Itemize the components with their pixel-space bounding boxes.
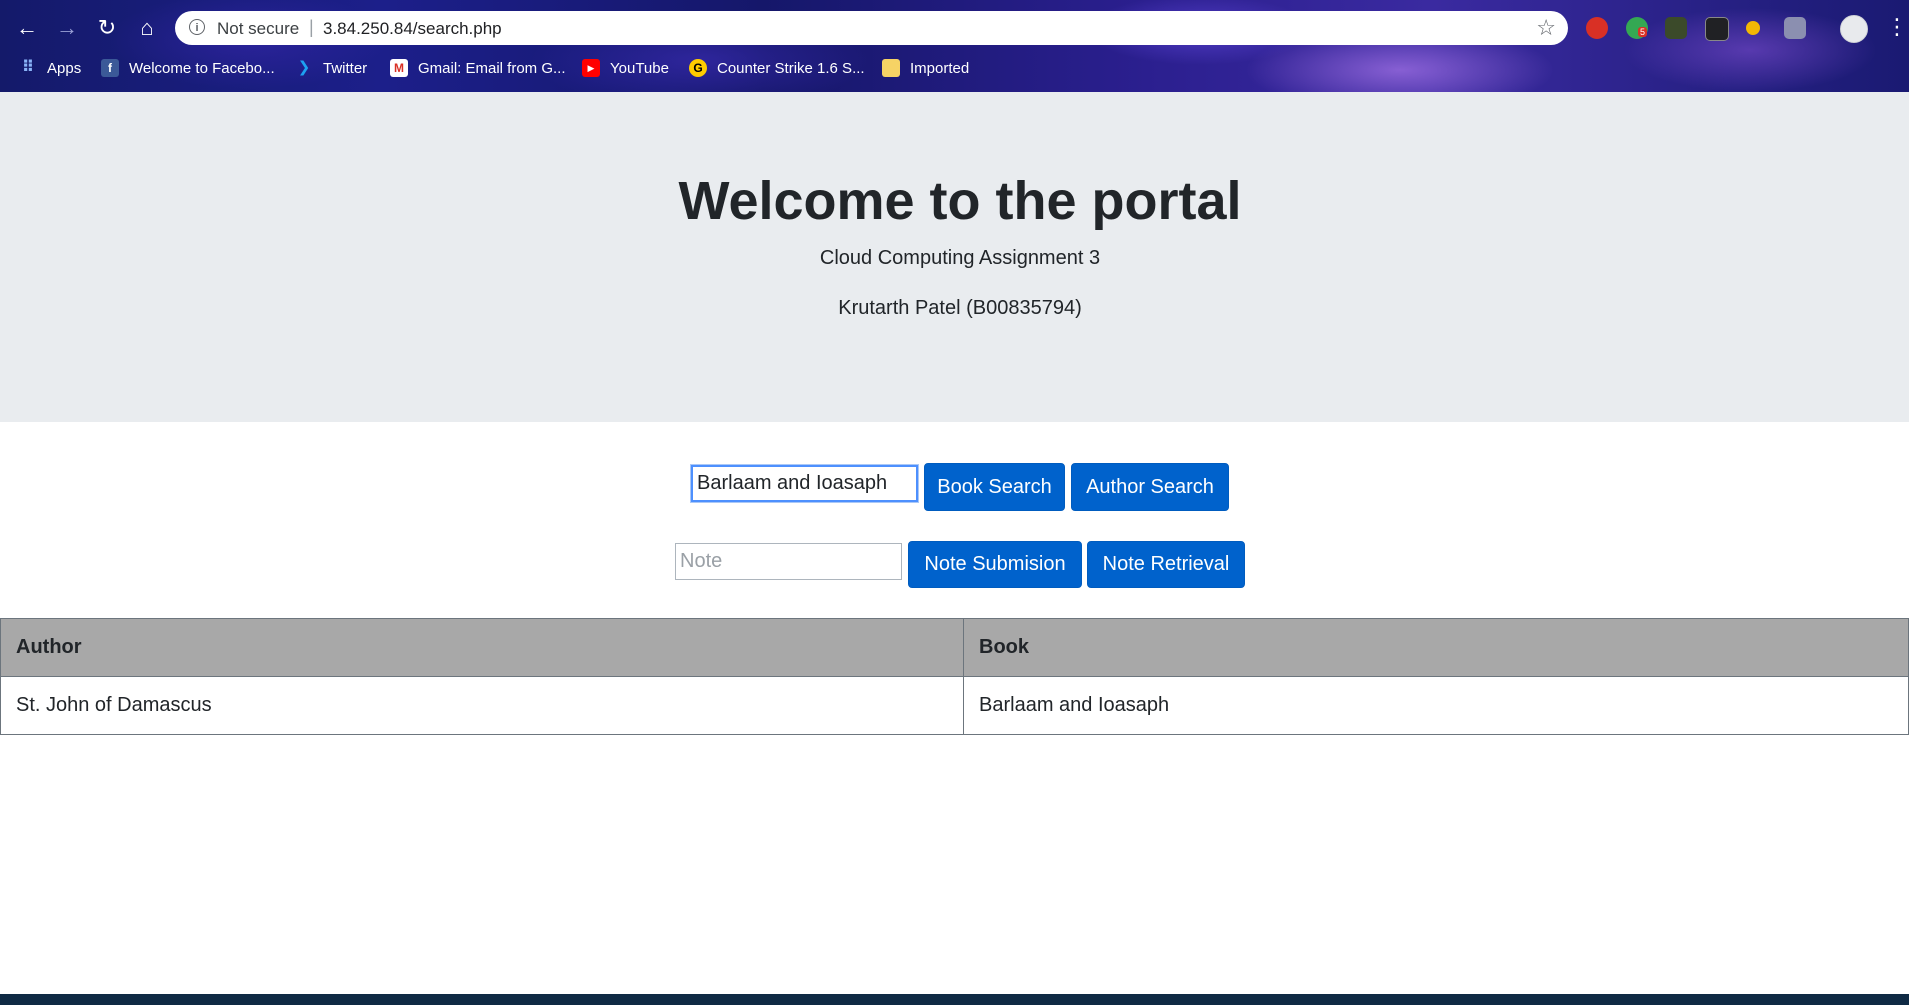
k-extension-icon[interactable]	[1784, 17, 1806, 39]
extension-badge: 5	[1638, 27, 1648, 37]
bookmark-label: Gmail: Email from G...	[418, 59, 566, 77]
bookmark-twitter[interactable]: ❯ Twitter	[295, 56, 367, 80]
note-retrieve-button[interactable]: Note Retrieval	[1087, 541, 1245, 588]
table-cell-book: Barlaam and Ioasaph	[963, 676, 1909, 735]
bookmarks-bar: ⠿ Apps f Welcome to Facebo... ❯ Twitter …	[0, 56, 1909, 80]
facebook-icon: f	[101, 59, 119, 77]
bookmark-label: Apps	[47, 59, 82, 77]
author-line: Krutarth Patel (B00835794)	[838, 297, 1082, 319]
profile-avatar-icon[interactable]	[1840, 15, 1868, 43]
counter-strike-icon: G	[689, 59, 707, 77]
bookmark-facebook[interactable]: f Welcome to Facebo...	[101, 56, 275, 80]
reload-icon[interactable]: ↻	[91, 12, 123, 44]
bookmark-apps[interactable]: ⠿ Apps	[19, 56, 81, 80]
glasses-extension-icon[interactable]	[1705, 17, 1729, 41]
url-text[interactable]: 3.84.250.84/search.php	[323, 19, 502, 39]
browser-chrome: ← → ↻ ⌂ i Not secure | 3.84.250.84/searc…	[0, 0, 1909, 92]
page-title: Welcome to the portal	[678, 171, 1242, 231]
honey-extension-icon[interactable]	[1746, 21, 1760, 35]
youtube-icon: ▶	[582, 59, 600, 77]
info-icon[interactable]: i	[189, 19, 205, 35]
column-header-book: Book	[963, 618, 1909, 677]
bookmark-label: Counter Strike 1.6 S...	[717, 59, 865, 77]
bookmark-label: Imported	[910, 59, 970, 77]
back-arrow-icon[interactable]: ←	[11, 12, 43, 44]
note-input[interactable]: Note	[675, 543, 902, 580]
search-input[interactable]: Barlaam and Ioasaph	[691, 465, 918, 502]
menu-dots-icon[interactable]: ⋮	[1886, 12, 1908, 42]
gmail-icon: M	[390, 59, 408, 77]
address-bar[interactable]: i Not secure | 3.84.250.84/search.php ☆	[175, 11, 1568, 45]
twitter-icon: ❯	[297, 59, 311, 76]
folder-icon	[882, 59, 900, 77]
home-icon[interactable]: ⌂	[131, 12, 163, 44]
page-subtitle: Cloud Computing Assignment 3	[819, 247, 1101, 269]
apps-grid-icon: ⠿	[21, 59, 35, 76]
os-taskbar	[0, 994, 1909, 1005]
bookmark-label: Welcome to Facebo...	[129, 59, 275, 77]
table-row: St. John of Damascus Barlaam and Ioasaph	[0, 676, 1909, 735]
adblock-extension-icon[interactable]	[1586, 17, 1608, 39]
url-separator: |	[309, 17, 314, 37]
bookmark-counter-strike[interactable]: G Counter Strike 1.6 S...	[689, 56, 865, 80]
book-search-button[interactable]: Book Search	[924, 463, 1065, 511]
results-table: Author Book St. John of Damascus Barlaam…	[0, 618, 1909, 735]
bookmark-label: Twitter	[323, 59, 368, 77]
star-icon[interactable]: ☆	[1536, 15, 1556, 41]
table-header-row: Author Book	[0, 618, 1909, 677]
table-cell-author: St. John of Damascus	[0, 676, 964, 735]
forward-arrow-icon[interactable]: →	[51, 12, 83, 44]
author-search-button[interactable]: Author Search	[1071, 463, 1229, 511]
bookmark-label: YouTube	[610, 59, 669, 77]
bookmark-gmail[interactable]: M Gmail: Email from G...	[390, 56, 566, 80]
dark-reader-extension-icon[interactable]	[1665, 17, 1687, 39]
grammar-extension-icon[interactable]: 5	[1626, 17, 1648, 39]
column-header-author: Author	[0, 618, 964, 677]
bookmark-imported-folder[interactable]: Imported	[882, 56, 969, 80]
security-label: Not secure	[217, 19, 300, 38]
bookmark-youtube[interactable]: ▶ YouTube	[582, 56, 669, 80]
note-submit-button[interactable]: Note Submision	[908, 541, 1082, 588]
